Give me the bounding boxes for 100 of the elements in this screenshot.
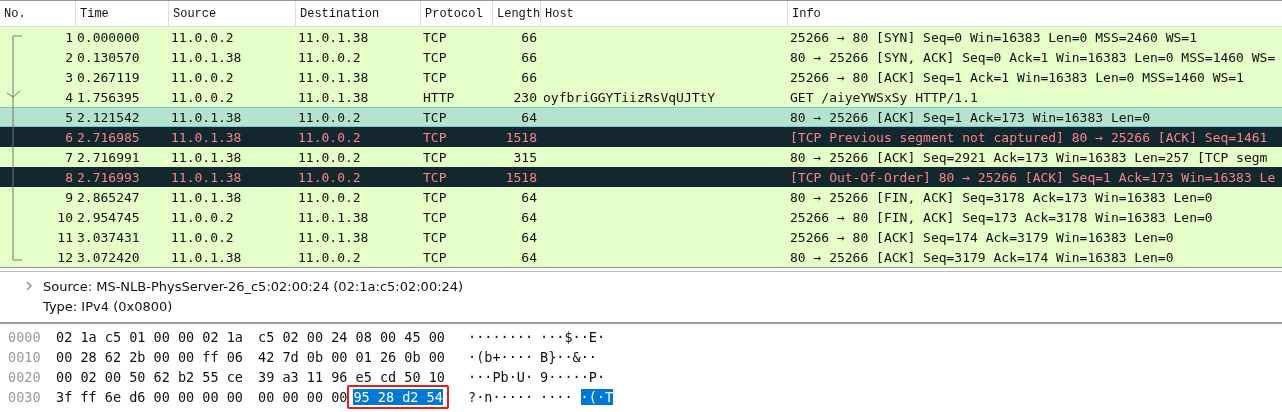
table-cell: 1 xyxy=(65,29,73,45)
table-cell: [TCP Previous segment not captured] 80 → 25266 [ACK] Seq=1461 xyxy=(790,129,1268,145)
table-cell: 11.0.0.2 xyxy=(298,149,361,165)
column-header[interactable]: Protocol xyxy=(420,1,492,26)
table-cell: 11.0.0.2 xyxy=(298,109,361,125)
packet-row[interactable]: 1 0.000000 11.0.0.2 11.0.1.38 TCP 66 25266 → 80 [SYN] Seq=0 Win=16383 Len=0 MSS=2460 WS=1 xyxy=(0,27,1282,47)
table-cell: TCP xyxy=(423,209,447,225)
table-cell: 11.0.0.2 xyxy=(298,129,361,145)
table-cell: TCP xyxy=(423,109,447,125)
byte-offset: 0030 xyxy=(7,389,42,405)
ascii-bytes: 9·····P· xyxy=(540,369,606,385)
hex-bytes: 3f ff 6e d6 00 00 00 00 xyxy=(55,389,244,405)
table-cell: 3.072420 xyxy=(77,249,140,265)
column-header[interactable]: Destination xyxy=(295,1,420,26)
table-cell: 1.756395 xyxy=(77,89,140,105)
table-cell: 11.0.1.38 xyxy=(298,89,369,105)
table-cell: 11.0.1.38 xyxy=(298,69,369,85)
table-cell: 11.0.0.2 xyxy=(298,49,361,65)
table-cell: 25266 → 80 [SYN] Seq=0 Win=16383 Len=0 MSS=2460 WS=1 xyxy=(790,29,1197,45)
table-cell: 8 xyxy=(65,169,73,185)
table-cell: 11.0.0.2 xyxy=(171,29,234,45)
table-cell: 64 xyxy=(521,189,537,205)
detail-field[interactable]: Type: IPv4 (0x0800) xyxy=(43,298,173,314)
table-cell: 2 xyxy=(65,49,73,65)
packet-row[interactable]: 9 2.865247 11.0.1.38 11.0.0.2 TCP 64 80 → 25266 [FIN, ACK] Seq=3178 Ack=173 Win=16383 Len=0 xyxy=(0,187,1282,207)
table-cell: 11.0.1.38 xyxy=(171,49,242,65)
table-cell: 11.0.1.38 xyxy=(171,189,242,205)
column-header[interactable]: Source xyxy=(168,1,295,26)
table-cell: 6 xyxy=(65,129,73,145)
table-cell: [TCP Out-Of-Order] 80 → 25266 [ACK] Seq=1 Ack=173 Win=16383 Le xyxy=(790,169,1276,185)
ascii-bytes: ·(b+···· xyxy=(468,349,535,365)
table-cell: 11.0.0.2 xyxy=(298,189,361,205)
table-cell: 1518 xyxy=(505,129,537,145)
table-cell: 11.0.0.2 xyxy=(171,229,234,245)
packet-row[interactable]: 11 3.037431 11.0.0.2 11.0.1.38 TCP 64 25266 → 80 [ACK] Seq=174 Ack=3179 Win=16383 Len=0 xyxy=(0,227,1282,247)
table-cell: 80 → 25266 [ACK] Seq=1 Ack=173 Win=16383 Len=0 xyxy=(790,109,1151,125)
hex-bytes: c5 02 00 24 08 00 45 00 xyxy=(258,329,445,345)
packet-row[interactable]: 10 2.954745 11.0.0.2 11.0.1.38 TCP 64 25266 → 80 [FIN, ACK] Seq=173 Ack=3178 Win=16383 Len=0 xyxy=(0,207,1282,227)
table-cell: 11.0.1.38 xyxy=(171,109,242,125)
packet-row[interactable]: 8 2.716993 11.0.1.38 11.0.0.2 TCP 1518 [TCP Out-Of-Order] 80 → 25266 [ACK] Seq=1 Ack=173 Win=16383 Le xyxy=(0,167,1282,187)
table-cell: 11.0.1.38 xyxy=(298,229,369,245)
table-cell: 66 xyxy=(521,29,537,45)
table-cell: 0.267119 xyxy=(77,69,140,85)
table-cell: TCP xyxy=(423,129,447,145)
byte-offset: 0000 xyxy=(7,329,42,345)
ascii-bytes: B}··&·· xyxy=(540,349,597,365)
packet-row[interactable]: 12 3.072420 11.0.1.38 11.0.0.2 TCP 64 80 → 25266 [ACK] Seq=3179 Ack=174 Win=16383 Len=0 xyxy=(0,247,1282,267)
ascii-bytes: ···$··E· xyxy=(540,329,606,345)
table-cell: 7 xyxy=(65,149,73,165)
detail-field[interactable]: Source: MS-NLB-PhysServer-26_c5:02:00:24 (02:1a:c5:02:00:24) xyxy=(43,278,464,294)
column-header[interactable]: Info xyxy=(787,1,1282,26)
table-cell: 2.716985 xyxy=(77,129,140,145)
table-cell: 2.865247 xyxy=(77,189,140,205)
column-header[interactable]: Length xyxy=(492,1,540,26)
column-header[interactable]: No. xyxy=(0,1,75,26)
table-cell: TCP xyxy=(423,149,447,165)
table-cell: 2.716993 xyxy=(77,169,140,185)
table-cell: 4 xyxy=(65,89,73,105)
hex-bytes: 39 a3 11 96 e5 cd 50 10 xyxy=(258,369,445,385)
table-cell: 11.0.0.2 xyxy=(171,209,234,225)
selected-ascii: ·(·T xyxy=(580,389,614,405)
packet-row[interactable]: 2 0.130570 11.0.1.38 11.0.0.2 TCP 66 80 → 25266 [SYN, ACK] Seq=0 Ack=1 Win=16383 Len=0 MSS=1460 WS= xyxy=(0,47,1282,67)
ascii-bytes: ···Pb·U· xyxy=(468,369,535,385)
selected-bytes: 95 28 d2 54 xyxy=(353,389,443,405)
table-cell: 64 xyxy=(521,229,537,245)
packet-row[interactable]: 6 2.716985 11.0.1.38 11.0.0.2 TCP 1518 [TCP Previous segment not captured] 80 → 25266 [ACK] Seq=1461 xyxy=(0,127,1282,147)
table-cell: 11.0.0.2 xyxy=(298,169,361,185)
table-cell: TCP xyxy=(423,69,447,85)
table-cell: HTTP xyxy=(423,89,455,105)
table-cell: 11.0.1.38 xyxy=(298,209,369,225)
table-cell: 11.0.0.2 xyxy=(298,249,361,265)
table-cell: 64 xyxy=(521,249,537,265)
table-cell: 64 xyxy=(521,209,537,225)
hex-bytes: 00 02 00 50 62 b2 55 ce xyxy=(55,369,244,385)
column-header[interactable]: Host xyxy=(540,1,787,26)
table-cell: 80 → 25266 [SYN, ACK] Seq=0 Ack=1 Win=16383 Len=0 MSS=1460 WS= xyxy=(790,49,1276,65)
table-cell: 2.716991 xyxy=(77,149,140,165)
table-cell: oyfbriGGYTiizRsVqUJTtY xyxy=(543,89,716,105)
byte-offset: 0010 xyxy=(7,349,42,365)
packet-row[interactable]: 4 1.756395 11.0.0.2 11.0.1.38 HTTP 230 oyfbriGGYTiizRsVqUJTtY GET /aiyeYWSxSy HTTP/1.1 xyxy=(0,87,1282,107)
table-cell: 5 xyxy=(65,109,73,125)
table-cell: 2.121542 xyxy=(77,109,140,125)
packet-row[interactable]: 5 2.121542 11.0.1.38 11.0.0.2 TCP 64 80 → 25266 [ACK] Seq=1 Ack=173 Win=16383 Len=0 xyxy=(0,107,1282,127)
table-cell: 80 → 25266 [ACK] Seq=3179 Ack=174 Win=16383 Len=0 xyxy=(790,249,1174,265)
packet-row[interactable]: 3 0.267119 11.0.0.2 11.0.1.38 TCP 66 25266 → 80 [ACK] Seq=1 Ack=1 Win=16383 Len=0 MSS=1460 WS=1 xyxy=(0,67,1282,87)
table-cell: 25266 → 80 [ACK] Seq=1 Ack=1 Win=16383 Len=0 MSS=1460 WS=1 xyxy=(790,69,1244,85)
packet-row[interactable]: 7 2.716991 11.0.1.38 11.0.0.2 TCP 315 80 → 25266 [ACK] Seq=2921 Ack=173 Win=16383 Len=257 [TCP segm xyxy=(0,147,1282,167)
ascii-bytes: ········ xyxy=(468,329,535,345)
table-cell: 315 xyxy=(513,149,537,165)
hex-bytes: 42 7d 0b 00 01 26 0b 00 xyxy=(258,349,445,365)
table-cell: GET /aiyeYWSxSy HTTP/1.1 xyxy=(790,89,978,105)
table-cell: 230 xyxy=(513,89,537,105)
table-cell: 3 xyxy=(65,69,73,85)
table-cell: 11.0.1.38 xyxy=(171,129,242,145)
column-header[interactable]: Time xyxy=(75,1,168,26)
table-cell: 1518 xyxy=(505,169,537,185)
table-cell: 66 xyxy=(521,69,537,85)
chevron-right-icon[interactable] xyxy=(26,281,33,291)
table-cell: 11.0.1.38 xyxy=(171,149,242,165)
byte-offset: 0020 xyxy=(7,369,42,385)
